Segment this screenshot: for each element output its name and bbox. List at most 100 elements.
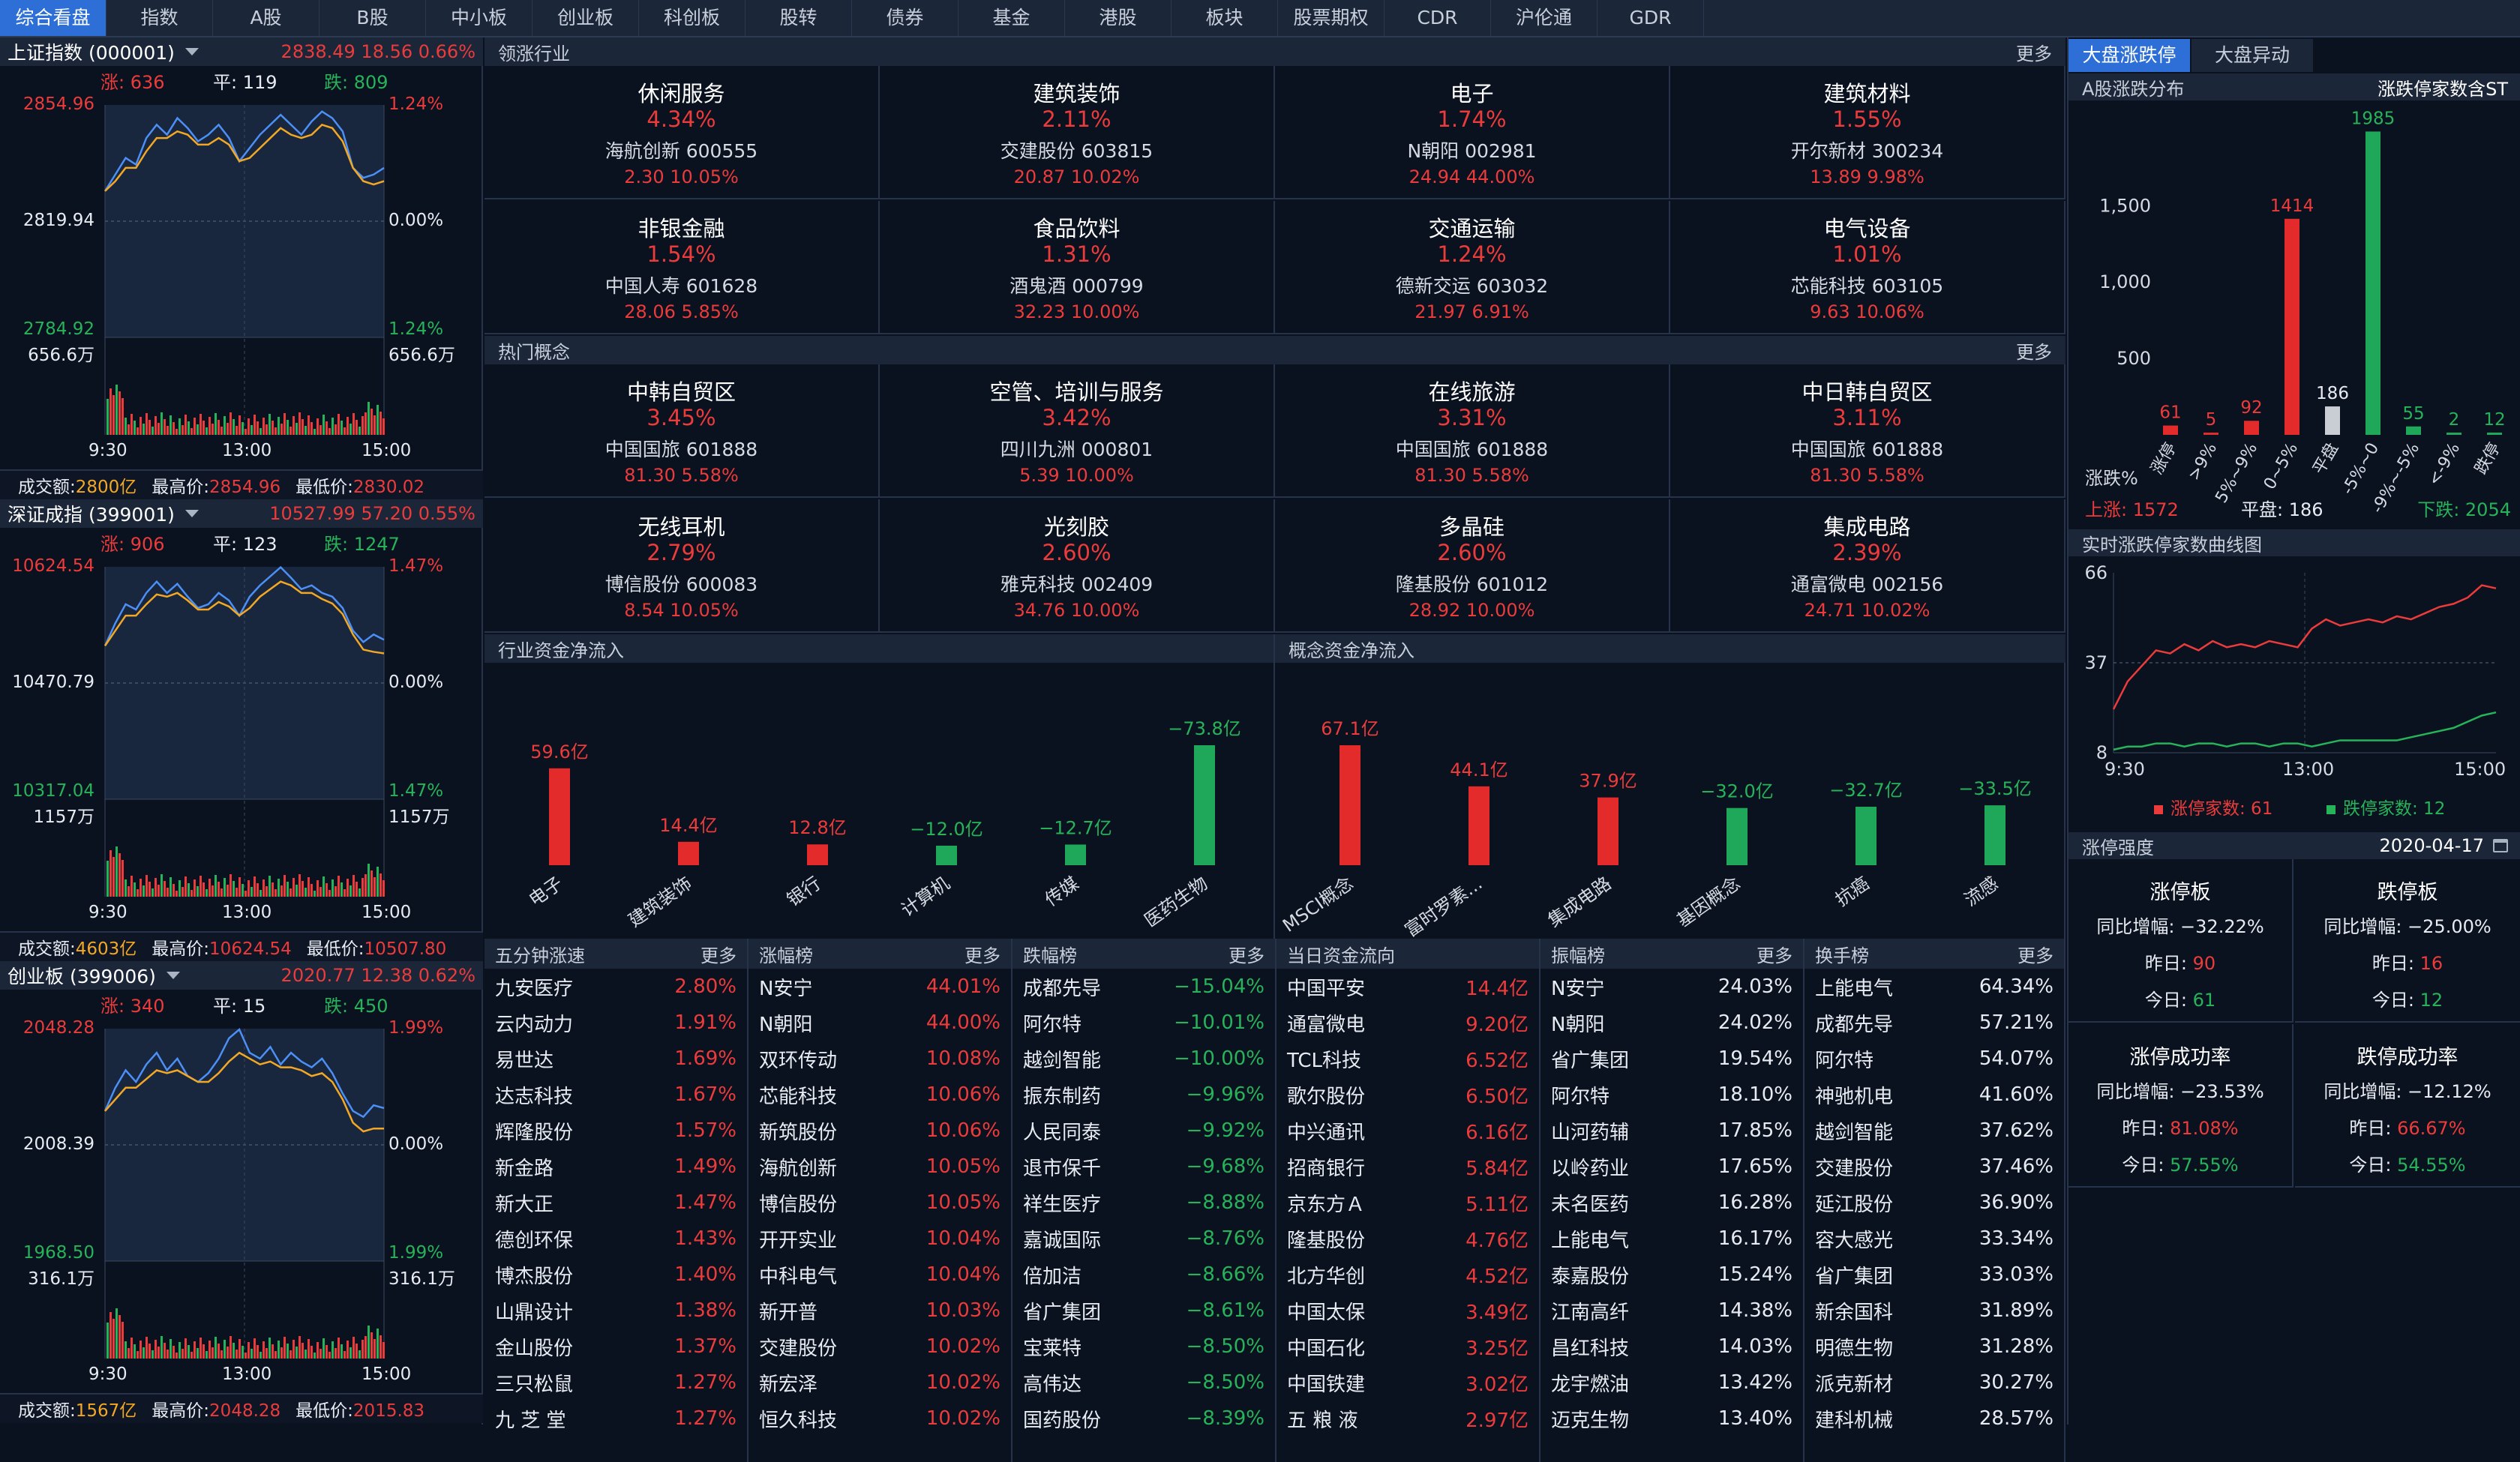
industry-cell[interactable]: 交通运输1.24%德新交运 60303221.97 6.91%: [1275, 201, 1670, 334]
list-row[interactable]: 振东制药−9.96%: [1012, 1077, 1275, 1113]
list-row[interactable]: 以岭药业17.65%: [1540, 1149, 1803, 1185]
list-row[interactable]: 芯能科技10.06%: [748, 1077, 1011, 1113]
list-more-link[interactable]: 更多: [1756, 941, 1792, 967]
list-row[interactable]: 交建股份10.02%: [748, 1329, 1011, 1365]
tab-limit-updown[interactable]: 大盘涨跌停: [2068, 39, 2190, 72]
list-row[interactable]: 中国平安14.4亿: [1276, 969, 1539, 1005]
concept-cell[interactable]: 空管、培训与服务3.42%四川九洲 0008015.39 10.00%: [880, 364, 1275, 498]
list-row[interactable]: 双环传动10.08%: [748, 1041, 1011, 1077]
list-row[interactable]: 中国太保3.49亿: [1276, 1293, 1539, 1329]
list-row[interactable]: 嘉诚国际−8.76%: [1012, 1221, 1275, 1257]
industry-cell[interactable]: 电气设备1.01%芯能科技 6031059.63 10.06%: [1670, 201, 2066, 334]
nav-tab-10[interactable]: 港股: [1065, 0, 1172, 36]
list-row[interactable]: 国药股份−8.39%: [1012, 1401, 1275, 1437]
list-row[interactable]: 新大正1.47%: [484, 1185, 747, 1221]
list-row[interactable]: 通富微电9.20亿: [1276, 1005, 1539, 1041]
nav-tab-11[interactable]: 板块: [1172, 0, 1278, 36]
concept-cell[interactable]: 光刻胶2.60%雅克科技 00240934.76 10.00%: [880, 499, 1275, 633]
list-row[interactable]: 中兴通讯6.16亿: [1276, 1113, 1539, 1149]
list-row[interactable]: 新余国科31.89%: [1804, 1293, 2064, 1329]
list-row[interactable]: 泰嘉股份15.24%: [1540, 1257, 1803, 1293]
nav-tab-1[interactable]: 指数: [106, 0, 213, 36]
list-row[interactable]: 上能电气64.34%: [1804, 969, 2064, 1005]
list-row[interactable]: 恒久科技10.02%: [748, 1401, 1011, 1437]
list-row[interactable]: 云内动力1.91%: [484, 1005, 747, 1041]
list-row[interactable]: 宝莱特−8.50%: [1012, 1329, 1275, 1365]
nav-tab-8[interactable]: 债券: [852, 0, 958, 36]
list-row[interactable]: N朝阳44.00%: [748, 1005, 1011, 1041]
index-header[interactable]: 深证成指 (399001)10527.99 57.20 0.55%: [0, 499, 483, 528]
list-row[interactable]: 越剑智能−10.00%: [1012, 1041, 1275, 1077]
list-row[interactable]: 阿尔特18.10%: [1540, 1077, 1803, 1113]
nav-tab-4[interactable]: 中小板: [426, 0, 532, 36]
list-row[interactable]: 海航创新10.05%: [748, 1149, 1011, 1185]
concept-cell[interactable]: 在线旅游3.31%中国国旅 60188881.30 5.58%: [1275, 364, 1670, 498]
list-row[interactable]: 神驰机电41.60%: [1804, 1077, 2064, 1113]
industry-cell[interactable]: 电子1.74%N朝阳 00298124.94 44.00%: [1275, 66, 1670, 199]
nav-tab-12[interactable]: 股票期权: [1278, 0, 1384, 36]
nav-tab-6[interactable]: 科创板: [639, 0, 746, 36]
list-row[interactable]: 开开实业10.04%: [748, 1221, 1011, 1257]
list-row[interactable]: 昌红科技14.03%: [1540, 1329, 1803, 1365]
list-row[interactable]: 龙宇燃油13.42%: [1540, 1365, 1803, 1401]
list-row[interactable]: 博信股份10.05%: [748, 1185, 1011, 1221]
list-row[interactable]: 中国石化3.25亿: [1276, 1329, 1539, 1365]
nav-tab-14[interactable]: 沪伦通: [1491, 0, 1598, 36]
list-row[interactable]: 新宏泽10.02%: [748, 1365, 1011, 1401]
nav-tab-2[interactable]: A股: [213, 0, 320, 36]
chevron-down-icon[interactable]: [166, 972, 180, 979]
list-row[interactable]: 九 芝 堂1.27%: [484, 1401, 747, 1437]
list-row[interactable]: 达志科技1.67%: [484, 1077, 747, 1113]
index-header[interactable]: 上证指数 (000001)2838.49 18.56 0.66%: [0, 37, 483, 66]
list-row[interactable]: N安宁24.03%: [1540, 969, 1803, 1005]
list-more-link[interactable]: 更多: [964, 941, 1000, 967]
list-row[interactable]: 九安医疗2.80%: [484, 969, 747, 1005]
list-row[interactable]: 招商银行5.84亿: [1276, 1149, 1539, 1185]
list-row[interactable]: 省广集团19.54%: [1540, 1041, 1803, 1077]
nav-tab-13[interactable]: CDR: [1384, 0, 1491, 36]
list-row[interactable]: 交建股份37.46%: [1804, 1149, 2064, 1185]
index-header[interactable]: 创业板 (399006)2020.77 12.38 0.62%: [0, 961, 483, 990]
list-row[interactable]: 新金路1.49%: [484, 1149, 747, 1185]
list-row[interactable]: 江南高纤14.38%: [1540, 1293, 1803, 1329]
nav-tab-0[interactable]: 综合看盘: [0, 0, 106, 36]
list-row[interactable]: 祥生医疗−8.88%: [1012, 1185, 1275, 1221]
list-row[interactable]: 易世达1.69%: [484, 1041, 747, 1077]
list-row[interactable]: N安宁44.01%: [748, 969, 1011, 1005]
list-more-link[interactable]: 更多: [700, 941, 736, 967]
list-row[interactable]: 新筑股份10.06%: [748, 1113, 1011, 1149]
list-row[interactable]: 阿尔特54.07%: [1804, 1041, 2064, 1077]
list-row[interactable]: 歌尔股份6.50亿: [1276, 1077, 1539, 1113]
industry-cell[interactable]: 休闲服务4.34%海航创新 6005552.30 10.05%: [484, 66, 880, 199]
list-row[interactable]: 成都先导57.21%: [1804, 1005, 2064, 1041]
calendar-icon[interactable]: [2493, 839, 2508, 852]
list-row[interactable]: 中国铁建3.02亿: [1276, 1365, 1539, 1401]
list-row[interactable]: 三只松鼠1.27%: [484, 1365, 747, 1401]
chevron-down-icon[interactable]: [185, 48, 199, 55]
list-row[interactable]: 金山股份1.37%: [484, 1329, 747, 1365]
concept-cell[interactable]: 中韩自贸区3.45%中国国旅 60188881.30 5.58%: [484, 364, 880, 498]
list-row[interactable]: 山鼎设计1.38%: [484, 1293, 747, 1329]
list-row[interactable]: 省广集团33.03%: [1804, 1257, 2064, 1293]
list-row[interactable]: 容大感光33.34%: [1804, 1221, 2064, 1257]
list-row[interactable]: 京东方Ａ5.11亿: [1276, 1185, 1539, 1221]
industry-cell[interactable]: 建筑材料1.55%开尔新材 30023413.89 9.98%: [1670, 66, 2066, 199]
nav-tab-15[interactable]: GDR: [1598, 0, 1704, 36]
list-row[interactable]: 高伟达−8.50%: [1012, 1365, 1275, 1401]
list-row[interactable]: 博杰股份1.40%: [484, 1257, 747, 1293]
nav-tab-9[interactable]: 基金: [958, 0, 1065, 36]
concept-cell[interactable]: 集成电路2.39%通富微电 00215624.71 10.02%: [1670, 499, 2066, 633]
list-row[interactable]: 倍加洁−8.66%: [1012, 1257, 1275, 1293]
list-row[interactable]: 越剑智能37.62%: [1804, 1113, 2064, 1149]
tab-market-movement[interactable]: 大盘异动: [2192, 39, 2313, 72]
list-row[interactable]: TCL科技6.52亿: [1276, 1041, 1539, 1077]
list-row[interactable]: 迈克生物13.40%: [1540, 1401, 1803, 1437]
list-row[interactable]: 建科机械28.57%: [1804, 1401, 2064, 1437]
list-row[interactable]: 山河药辅17.85%: [1540, 1113, 1803, 1149]
list-row[interactable]: 辉隆股份1.57%: [484, 1113, 747, 1149]
list-row[interactable]: 北方华创4.52亿: [1276, 1257, 1539, 1293]
list-more-link[interactable]: 更多: [1228, 941, 1264, 967]
list-row[interactable]: 五 粮 液2.97亿: [1276, 1401, 1539, 1437]
list-row[interactable]: 阿尔特−10.01%: [1012, 1005, 1275, 1041]
list-row[interactable]: 未名医药16.28%: [1540, 1185, 1803, 1221]
